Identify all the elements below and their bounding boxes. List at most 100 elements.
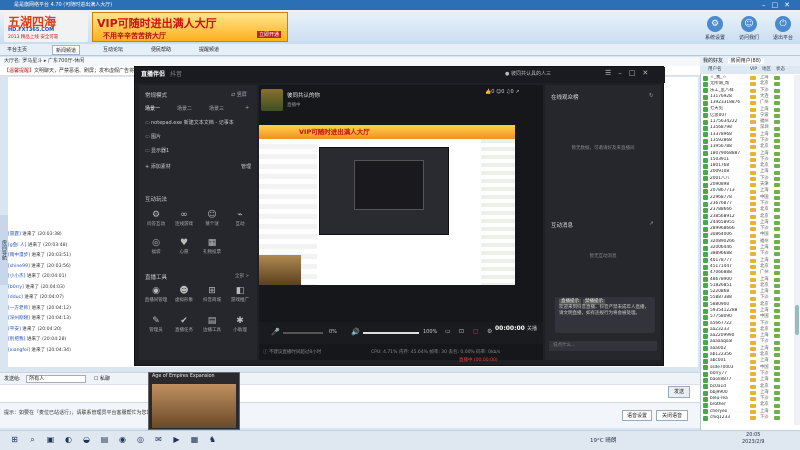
add-source-button[interactable]: + 添加素材 管理 (145, 161, 251, 173)
live-tool[interactable]: ⊞ 抖音商城 (199, 285, 225, 309)
taskbar-app-icon[interactable]: ▶ (170, 433, 183, 446)
speech-settings-button[interactable]: 语音设置 (622, 410, 652, 421)
host-window-controls[interactable]: –□✕ (762, 0, 796, 10)
taskbar-app-icon[interactable]: ⌕ (26, 433, 39, 446)
speaker-icon[interactable]: 🔊 (351, 328, 360, 336)
end-live-button[interactable]: 关播 (527, 326, 537, 332)
toolbar-reminder[interactable]: 提醒频道 (196, 45, 222, 55)
live-tool[interactable]: ▤ 边播工具 (199, 315, 225, 339)
interact-tool[interactable]: ∞ 连线游戏 (171, 209, 197, 233)
landscape-toggle[interactable]: ⇄ 竖屏 (231, 91, 247, 98)
taskbar-app-icon[interactable]: ◐ (62, 433, 75, 446)
live-tool[interactable]: ◉ 直播间管理 (143, 285, 169, 309)
manage-sources-button[interactable]: 管理 (241, 161, 251, 173)
taskbar-app-icon[interactable]: ◎ (134, 433, 147, 446)
live-preview[interactable]: VIP可随时进出满人大厅 (259, 125, 515, 285)
chat-user[interactable]: [g鱼l 人] (8, 243, 26, 248)
status-icon (774, 302, 780, 307)
private-chat-checkbox[interactable]: ☐ 私聊 (94, 376, 110, 382)
tab-friends[interactable]: 我的好友 (700, 58, 726, 64)
tool-label: 心愿 (179, 250, 189, 255)
interact-tool[interactable]: ⌁ 互动 (227, 209, 253, 233)
status-icon (774, 365, 780, 370)
toolbar-home[interactable]: 平台主页 (4, 45, 30, 55)
send-to-label: 发送给: (4, 376, 21, 382)
taskbar-app-icon[interactable]: ◉ (116, 433, 129, 446)
screen-icon[interactable]: ⊡ (459, 328, 464, 335)
refresh-icon[interactable]: ↻ (649, 93, 654, 99)
status-icon (774, 346, 780, 351)
send-button[interactable]: 发送 (668, 386, 690, 398)
close-speech-button[interactable]: 关闭语音 (656, 410, 688, 421)
interact-tool[interactable]: ▦ 礼物投票 (199, 237, 225, 261)
live-tool[interactable]: ◧ 游戏推广 (227, 285, 253, 309)
source-row[interactable]: ▭显示器1 (145, 145, 251, 157)
interact-tool[interactable]: ⚙ 问答互动 (143, 209, 169, 233)
camera-icon[interactable]: ▭ (445, 328, 451, 335)
external-icon[interactable]: ↗ (649, 221, 654, 227)
stream-chat-input[interactable]: 说点什么... (549, 341, 657, 351)
user-row[interactable]: chiq1233 下沙 (700, 415, 794, 421)
taskbar-app-icon[interactable]: ⊞ (8, 433, 21, 446)
toolbar-forum[interactable]: 互动论坛 (100, 45, 126, 55)
interact-tool[interactable]: ☺ 猜个谜 (199, 209, 225, 233)
status-icon (774, 139, 780, 144)
stream-window-controls[interactable]: ☰–□✕ (605, 69, 655, 77)
tray-weather[interactable]: 19°C 晴朗 (590, 436, 616, 444)
taskbar-app-icon[interactable]: ♞ (206, 433, 219, 446)
tray-clock[interactable]: 20:05 2023/2/9 (742, 432, 764, 446)
room-cover[interactable] (261, 89, 283, 111)
vip-icon (750, 271, 756, 276)
vip-icon (750, 101, 756, 106)
scene-tab-2[interactable]: 场景二 (177, 105, 192, 112)
vip-icon (750, 170, 756, 175)
room-nav-strip[interactable]: 房间导航 (0, 215, 8, 285)
taskbar-app-icon[interactable]: ◒ (80, 433, 93, 446)
mic-icon[interactable]: 🎤 (271, 328, 280, 336)
chat-user[interactable]: [dduc] (8, 295, 23, 300)
user-list[interactable]: ☆_我_☆ 上海 无所谓_帮 北京 乐工_乱八样 下沙 13176928 大连 13923318… (700, 75, 794, 425)
mode-label[interactable]: 常规模式 (145, 91, 167, 99)
chat-user[interactable]: [雨中漫步] (8, 253, 30, 258)
taskbar-app-icon[interactable]: ▦ (188, 433, 201, 446)
chat-user[interactable]: [别把我] (8, 337, 25, 342)
vip-ad-banner[interactable]: VIP可随时进出满人大厅 不用辛辛苦苦挤大厅 立即开通 (92, 12, 288, 42)
live-tool[interactable]: ☻ 虚拟形象 (171, 285, 197, 309)
taskbar-app-icon[interactable]: ▣ (44, 433, 57, 446)
site-logo[interactable]: 五湖四海 HD.FXT365.COM 2013 精品上线 安全可靠 (4, 12, 88, 42)
chat-user[interactable]: [小小杰] (8, 274, 25, 279)
room-title[interactable]: 彼同共认的你 (287, 91, 320, 99)
interact-tool[interactable]: ◎ 福袋 (143, 237, 169, 261)
toolbar-help[interactable]: 便民帮助 (148, 45, 174, 55)
taskbar-app-icon[interactable]: ▤ (98, 433, 111, 446)
live-tool[interactable]: ✱ 小助理 (227, 315, 253, 339)
chat-user[interactable]: [b0rry] (8, 285, 24, 290)
chat-user[interactable]: [一方老师] (8, 306, 30, 311)
tab-room-users[interactable]: 房间用户(88) (727, 58, 764, 64)
chat-user[interactable]: [平安] (8, 327, 21, 332)
chat-user[interactable]: [雷霆] (8, 232, 21, 237)
all-tools-link[interactable]: 全部 > (235, 273, 249, 279)
toolbar-news[interactable]: 新闻频道 (52, 45, 81, 55)
interact-tool[interactable]: ♥ 心愿 (171, 237, 197, 261)
chat-user[interactable]: [xiangfei] (8, 348, 30, 353)
chat-input[interactable] (0, 384, 700, 402)
record-icon[interactable]: ▢ (473, 328, 479, 335)
taskbar-preview-image[interactable] (152, 384, 236, 428)
live-tool[interactable]: ✎ 管理员 (143, 315, 169, 339)
source-row[interactable]: ▭notepad.exe 新建文本文档 - 记事本 (145, 117, 251, 129)
live-tool[interactable]: ✔ 直播任务 (171, 315, 197, 339)
mic-volume-slider[interactable] (283, 332, 323, 334)
chat-user[interactable]: [shine99] (8, 264, 30, 269)
taskbar-app-icon[interactable]: ✉ (152, 433, 165, 446)
send-to-select[interactable]: 所有人 (26, 374, 87, 383)
chat-user[interactable]: [深州刚刚] (8, 316, 30, 321)
settings-icon[interactable]: ⚙ (487, 328, 492, 335)
add-scene-icon[interactable]: + (245, 105, 249, 111)
scene-tab-3[interactable]: 场景三 (209, 105, 224, 112)
scroll-thumb[interactable] (795, 305, 799, 335)
source-row[interactable]: ▭图片 (145, 131, 251, 143)
scene-tab-1[interactable]: 场景一 (145, 105, 160, 112)
stream-user[interactable]: ● 彼同共认具的人三 (505, 70, 551, 77)
user-list-scrollbar[interactable] (794, 75, 800, 425)
